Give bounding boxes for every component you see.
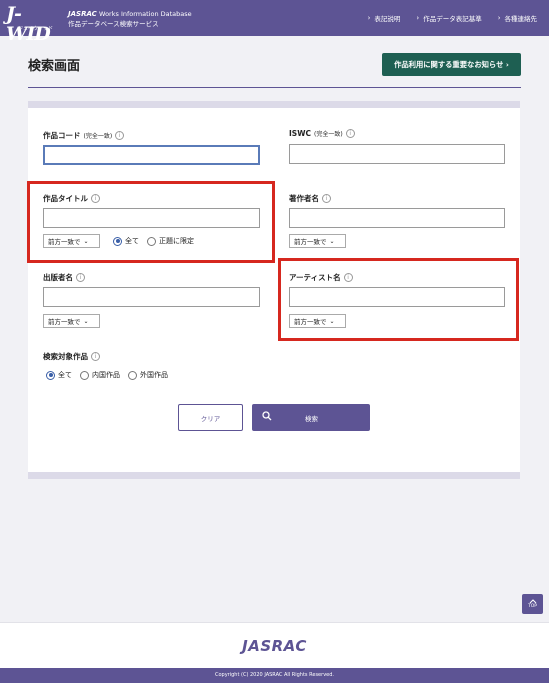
chevron-right-icon: › [497,14,501,22]
search-target-label: 検索対象作品 i [43,351,100,362]
chevron-down-icon: ⌄ [329,237,335,245]
chevron-right-icon: › [367,14,371,22]
header-nav: › 表記説明 › 作品データ表記基準 › 各種連絡先 [368,13,537,23]
search-target-radios: 全て 内国作品 外国作品 [46,370,176,380]
search-button[interactable]: 検索 [252,404,370,431]
author-label-text: 著作者名 [289,194,319,203]
title-divider [28,87,521,88]
radio-unchecked-icon [128,370,137,380]
author-input[interactable] [289,208,505,228]
nav-link-notation[interactable]: › 表記説明 [368,13,401,23]
brand-block: JASRAC Works Information Database 作品データベ… [68,9,192,29]
logo-subtext: ジェイウィッド [18,26,54,32]
chevron-down-icon: ⌄ [83,317,89,325]
clear-button[interactable]: クリア [178,404,243,431]
nav-link-label: 作品データ表記基準 [423,15,482,23]
select-value: 前方一致で [294,238,327,246]
search-target-label-text: 検索対象作品 [43,352,88,361]
nav-link-contacts[interactable]: › 各種連絡先 [498,13,537,23]
work-code-input[interactable] [43,145,260,165]
search-button-label: 検索 [305,415,318,423]
page-title: 検索画面 [28,59,81,74]
jwid-logo[interactable]: J-WID ジェイウィッド [6,4,60,44]
work-code-label-text: 作品コード [43,131,81,140]
copyright-bar: Copyright (C) 2020 JASRAC All Rights Res… [0,668,549,683]
publisher-label-text: 出版者名 [43,273,73,282]
back-to-top-button[interactable]: TOP [522,594,543,614]
brand-subtitle: 作品データベース検索サービス [68,20,159,28]
radio-checked-icon [46,370,55,380]
nav-link-label: 表記説明 [374,15,401,23]
publisher-label: 出版者名 i [43,272,85,283]
info-icon[interactable]: i [115,131,125,140]
publisher-input[interactable] [43,287,260,307]
radio-target-domestic[interactable]: 内国作品 [80,370,120,380]
site-header: J-WID ジェイウィッド JASRAC Works Information D… [0,0,549,44]
important-notice-button[interactable]: 作品利用に関する重要なお知らせ › [382,53,521,76]
brand-name: JASRAC [68,10,97,18]
select-value: 前方一致で [48,318,81,326]
author-match-select[interactable]: 前方一致で ⌄ [289,234,346,248]
nav-link-standards[interactable]: › 作品データ表記基準 [416,13,481,23]
work-code-note: (完全一致) [83,133,113,140]
highlight-box-work-title [27,181,275,263]
info-icon[interactable]: i [345,129,355,138]
highlight-box-artist [278,258,519,341]
brand-english: Works Information Database [99,10,192,18]
work-code-label: 作品コード (完全一致) i [43,130,125,141]
info-icon[interactable]: i [76,273,85,282]
clear-button-label: クリア [200,414,221,423]
nav-link-label: 各種連絡先 [504,15,538,23]
radio-label: 内国作品 [92,371,120,379]
radio-target-foreign[interactable]: 外国作品 [128,370,168,380]
footer-logo[interactable]: JASRAC [0,637,549,655]
logo-text: J-WID [6,3,51,45]
back-to-top-label: TOP [527,604,537,609]
iswc-input[interactable] [289,144,505,164]
publisher-match-select[interactable]: 前方一致で ⌄ [43,314,100,328]
iswc-note: (完全一致) [313,131,343,138]
iswc-label-text: ISWC [289,129,311,138]
radio-unchecked-icon [80,370,89,380]
author-label: 著作者名 i [289,193,331,204]
info-icon[interactable]: i [322,194,331,203]
chevron-right-icon: › [416,14,420,22]
search-icon [262,411,272,421]
radio-label: 外国作品 [140,371,168,379]
radio-target-all[interactable]: 全て [46,370,72,380]
iswc-label: ISWC (完全一致) i [289,129,355,138]
info-icon[interactable]: i [91,352,100,361]
radio-label: 全て [58,371,72,379]
